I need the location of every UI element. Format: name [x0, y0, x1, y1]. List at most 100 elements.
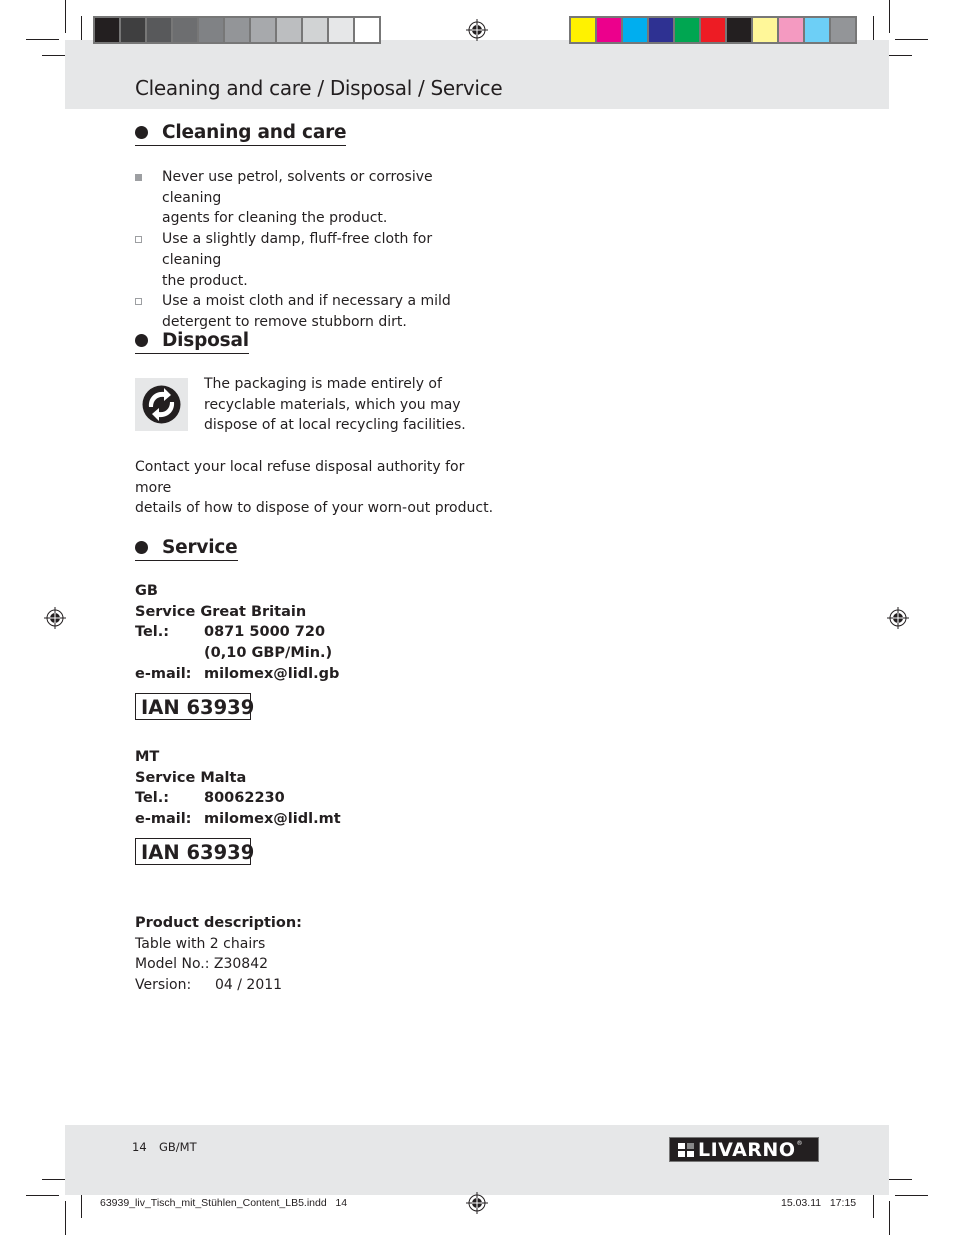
color-swatch [251, 18, 275, 42]
email-row: e-mail: milomex@lidl.mt [135, 809, 341, 830]
product-name: Table with 2 chairs [135, 935, 266, 952]
tel-label: Tel.: [135, 790, 170, 807]
section-heading-text: Cleaning and care [162, 122, 347, 143]
service-mt-block: MT Service Malta Tel.: 80062230 e-mail: … [135, 747, 341, 830]
email-label: e-mail: [135, 665, 192, 682]
livarno-mark-icon [678, 1142, 694, 1157]
section-heading-text: Disposal [162, 330, 249, 351]
color-swatch [831, 18, 855, 42]
color-swatch [597, 18, 621, 42]
crop-mark [895, 39, 928, 40]
bullet-dot-icon [135, 126, 148, 139]
service-name: Service Malta [135, 769, 247, 786]
bullet-dot-icon [135, 334, 148, 347]
section-heading-cleaning: Cleaning and care [135, 122, 347, 146]
empty-square-bullet-icon [135, 298, 142, 306]
slug-datetime: 15.03.11 17:15 [781, 1197, 857, 1209]
crop-mark [895, 1195, 928, 1196]
list-item: Use a moist cloth and if necessary a mil… [135, 291, 480, 332]
tel-number: 0871 5000 720 [204, 624, 326, 641]
crop-mark [26, 39, 59, 40]
crop-mark [65, 0, 66, 33]
color-swatch [649, 18, 673, 42]
color-calibration-bar [569, 16, 857, 44]
color-swatch [753, 18, 777, 42]
filled-square-bullet-icon [135, 174, 142, 181]
color-swatch [303, 18, 327, 42]
color-swatch [173, 18, 197, 42]
product-model: Model No.: Z30842 [135, 956, 269, 973]
ian-box: IAN 63939 [135, 693, 254, 720]
color-swatch [779, 18, 803, 42]
list-item-text: the product. [162, 272, 248, 289]
text-line: recyclable materials, which you may [204, 396, 461, 413]
list-item: Never use petrol, solvents or corrosive … [135, 167, 480, 229]
crop-mark [889, 1201, 890, 1235]
crop-mark [889, 0, 890, 33]
product-description: Product description: Table with 2 chairs… [135, 913, 302, 996]
color-swatch [147, 18, 171, 42]
list-item-text: agents for cleaning the product. [162, 210, 388, 227]
empty-square-bullet-icon [135, 236, 142, 244]
product-heading: Product description: [135, 915, 302, 931]
color-swatch [199, 18, 223, 42]
registration-mark-icon [44, 607, 66, 629]
list-item: Use a slightly damp, fluff-free cloth fo… [135, 229, 480, 291]
tel-number: 80062230 [204, 790, 285, 807]
tel-row: Tel.: 0871 5000 720 [135, 622, 339, 643]
country-code: MT [135, 749, 160, 765]
cleaning-instructions-list: Never use petrol, solvents or corrosive … [135, 167, 480, 333]
color-swatch [623, 18, 647, 42]
color-swatch [225, 18, 249, 42]
color-swatch [355, 18, 379, 42]
brand-name: LIVARNO [698, 1138, 796, 1161]
text-line: The packaging is made entirely of [204, 376, 442, 392]
version-label: Version: [135, 977, 192, 994]
slug-filename: 63939_liv_Tisch_mit_Stühlen_Content_LB5.… [100, 1197, 348, 1209]
crop-mark [65, 1201, 66, 1235]
locale-label: GB/MT [159, 1140, 197, 1154]
tel-label: Tel.: [135, 624, 170, 641]
recycle-green-dot-icon [142, 385, 181, 424]
registered-trademark-icon: ® [796, 1140, 803, 1147]
registration-mark-icon [466, 1192, 488, 1214]
color-swatch [95, 18, 119, 42]
text-line: dispose of at local recycling facilities… [204, 417, 466, 434]
text-line: details of how to dispose of your worn-o… [135, 500, 494, 517]
color-swatch [329, 18, 353, 42]
service-gb-block: GB Service Great Britain Tel.: 0871 5000… [135, 581, 339, 685]
email-row: e-mail: milomex@lidl.gb [135, 664, 339, 685]
list-item-text: Use a slightly damp, fluff-free cloth fo… [162, 231, 433, 268]
list-item-text: detergent to remove stubborn dirt. [162, 313, 407, 330]
version-row: Version: 04 / 2011 [135, 975, 302, 996]
country-code: GB [135, 583, 158, 599]
tel-row: Tel.: 80062230 [135, 788, 341, 809]
email-label: e-mail: [135, 811, 192, 828]
color-swatch [805, 18, 829, 42]
registration-mark-icon [887, 607, 909, 629]
version-value: 04 / 2011 [215, 977, 283, 994]
bullet-dot-icon [135, 541, 148, 554]
text-line: Contact your local refuse disposal autho… [135, 459, 465, 496]
tel-rate-row: (0,10 GBP/Min.) [135, 643, 339, 664]
crop-mark [26, 1195, 59, 1196]
page-number: 14 [132, 1140, 147, 1154]
email-address: milomex@lidl.mt [204, 811, 341, 828]
grayscale-calibration-bar [93, 16, 381, 44]
color-swatch [727, 18, 751, 42]
section-heading-disposal: Disposal [135, 330, 249, 354]
page-title: Cleaning and care / Disposal / Service [135, 76, 503, 100]
recycle-icon-box [135, 378, 188, 431]
packaging-text: The packaging is made entirely of recycl… [204, 374, 484, 436]
color-swatch [121, 18, 145, 42]
livarno-logo: LIVARNO ® [669, 1137, 819, 1162]
registration-mark-icon [466, 19, 488, 41]
section-heading-service: Service [135, 537, 238, 561]
color-swatch [701, 18, 725, 42]
color-swatch [675, 18, 699, 42]
color-swatch [277, 18, 301, 42]
service-name: Service Great Britain [135, 603, 307, 620]
list-item-text: Use a moist cloth and if necessary a mil… [162, 293, 451, 310]
list-item-text: Never use petrol, solvents or corrosive … [162, 169, 433, 206]
section-heading-text: Service [162, 537, 238, 558]
